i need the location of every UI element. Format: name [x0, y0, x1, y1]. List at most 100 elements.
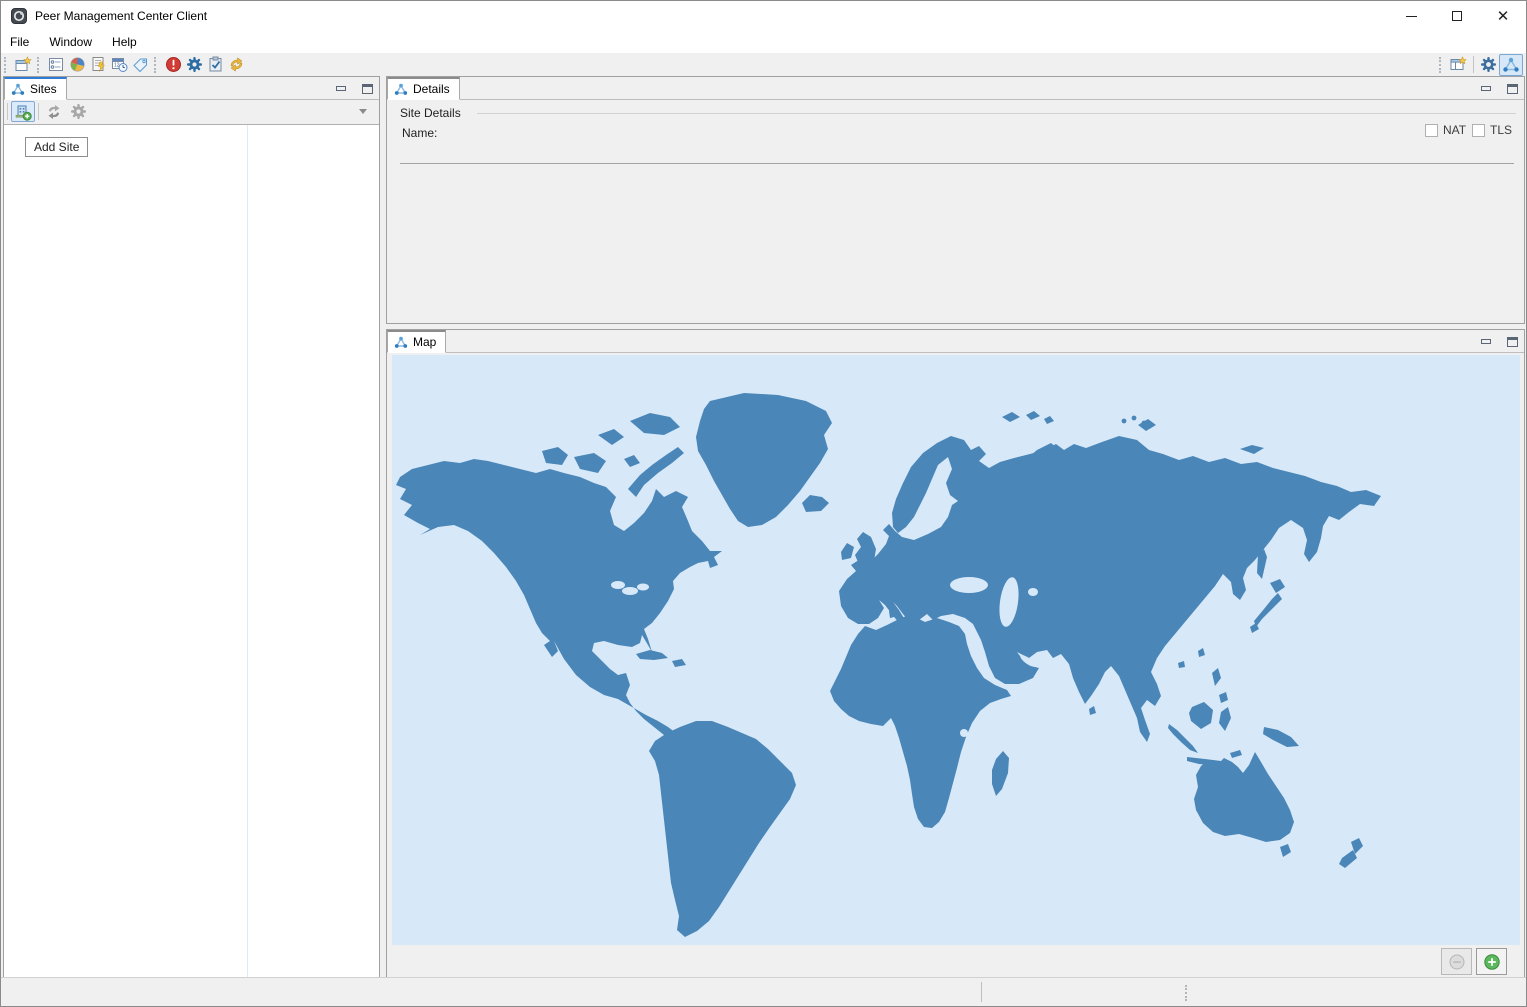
toolbar-right-group — [1436, 53, 1523, 76]
event-log-button[interactable] — [88, 54, 109, 75]
network-icon — [394, 336, 408, 349]
new-configuration-button[interactable] — [13, 54, 34, 75]
open-perspective-icon — [1450, 56, 1467, 73]
add-site-icon — [14, 103, 32, 121]
menu-bar: File Window Help — [1, 31, 1526, 53]
tls-label: TLS — [1490, 123, 1512, 137]
name-label: Name: — [402, 126, 437, 140]
pmc-perspective-button[interactable] — [1499, 54, 1523, 76]
add-site-tree-item[interactable]: Add Site — [25, 137, 88, 157]
app-logo-icon — [11, 8, 27, 24]
world-map[interactable] — [392, 355, 1520, 947]
gear-outline-icon — [1480, 56, 1497, 73]
perspective-settings-button[interactable] — [1478, 54, 1499, 75]
panel-maximize-icon — [362, 84, 373, 94]
status-bar — [1, 977, 1526, 1006]
menu-window[interactable]: Window — [39, 31, 102, 53]
map-content — [387, 353, 1524, 977]
panel-minimize-icon — [336, 86, 346, 91]
pie-chart-icon — [69, 56, 86, 73]
minimize-icon — [1406, 16, 1417, 17]
panel-maximize-icon — [1507, 84, 1518, 94]
maximize-icon — [1452, 11, 1462, 21]
details-content: Site Details Name: NAT TLS — [387, 100, 1524, 323]
site-settings-button-disabled[interactable] — [66, 101, 90, 122]
tab-sites[interactable]: Sites — [4, 77, 67, 100]
gear-disabled-icon — [70, 103, 87, 120]
transfer-button-disabled[interactable] — [42, 101, 66, 122]
section-rule — [477, 113, 1516, 114]
minimize-panel-button[interactable] — [1478, 334, 1494, 350]
minimize-panel-button[interactable] — [333, 81, 349, 97]
tree-column-divider — [247, 125, 248, 977]
gear-icon — [186, 56, 203, 73]
maximize-panel-button[interactable] — [1504, 81, 1520, 97]
toolbar-separator — [1473, 56, 1474, 73]
schedule-calendar-icon: 12 — [111, 56, 128, 73]
map-zoom-strip — [387, 945, 1524, 977]
window-close-button[interactable]: ✕ — [1480, 1, 1526, 31]
menu-help[interactable]: Help — [102, 31, 147, 53]
menu-file[interactable]: File — [1, 31, 39, 53]
map-zoom-out-button[interactable] — [1441, 948, 1472, 975]
section-title: Site Details — [400, 106, 461, 120]
app-window: Peer Management Center Client ✕ File Win… — [0, 0, 1527, 1007]
tab-map[interactable]: Map — [387, 330, 446, 353]
window-maximize-button[interactable] — [1434, 1, 1480, 31]
add-site-button[interactable] — [11, 101, 35, 122]
toolbar-drag-handle[interactable] — [1439, 57, 1446, 73]
window-minimize-button[interactable] — [1388, 1, 1434, 31]
details-tab-row: Details — [387, 77, 1524, 100]
map-zoom-in-button[interactable] — [1476, 948, 1507, 975]
statistics-button[interactable] — [67, 54, 88, 75]
panel-minimize-icon — [1481, 339, 1491, 344]
sites-tree[interactable]: Add Site — [4, 124, 379, 977]
panel-minimize-icon — [1481, 86, 1491, 91]
status-drag-handle[interactable] — [1185, 985, 1187, 1001]
sites-view-toolbar — [4, 100, 379, 123]
tls-checkbox[interactable] — [1472, 124, 1485, 137]
sites-panel: Sites — [3, 76, 380, 978]
toolbar-drag-handle[interactable] — [154, 57, 161, 73]
nat-label: NAT — [1443, 123, 1466, 137]
properties-view-button[interactable] — [46, 54, 67, 75]
nat-checkbox[interactable] — [1425, 124, 1438, 137]
toolbar-drag-handle[interactable] — [4, 57, 11, 73]
map-panel-buttons — [1478, 330, 1520, 353]
close-icon: ✕ — [1497, 9, 1510, 24]
tab-map-label: Map — [413, 335, 436, 349]
schedule-button[interactable]: 12 — [109, 54, 130, 75]
main-toolbar: 12 — [1, 53, 1526, 76]
properties-form-icon — [48, 56, 65, 73]
network-icon — [11, 83, 25, 96]
details-panel-buttons — [1478, 77, 1520, 100]
view-menu-icon[interactable] — [359, 109, 367, 114]
map-tab-row: Map — [387, 330, 1524, 353]
tab-details-label: Details — [413, 82, 450, 96]
zoom-in-icon — [1483, 953, 1501, 971]
event-document-icon — [90, 56, 107, 73]
maximize-panel-button[interactable] — [359, 81, 375, 97]
toolbar-drag-handle[interactable] — [37, 57, 44, 73]
preferences-button[interactable] — [184, 54, 205, 75]
zoom-out-icon — [1448, 953, 1466, 971]
tab-details[interactable]: Details — [387, 77, 460, 100]
tags-button[interactable] — [130, 54, 151, 75]
view-toolbar-separator — [38, 103, 39, 120]
minimize-panel-button[interactable] — [1478, 81, 1494, 97]
maximize-panel-button[interactable] — [1504, 334, 1520, 350]
tab-sites-label: Sites — [30, 82, 57, 96]
name-field[interactable] — [400, 163, 1514, 164]
title-bar: Peer Management Center Client ✕ — [1, 1, 1526, 31]
sites-tab-row: Sites — [4, 77, 379, 100]
network-icon — [394, 83, 408, 96]
tls-checkbox-group: TLS — [1472, 123, 1512, 137]
alerts-button[interactable] — [163, 54, 184, 75]
tasks-button[interactable] — [205, 54, 226, 75]
panel-maximize-icon — [1507, 337, 1518, 347]
tag-icon — [132, 56, 149, 73]
refresh-button[interactable] — [226, 54, 247, 75]
sync-arrows-icon — [228, 56, 245, 73]
open-perspective-button[interactable] — [1448, 54, 1469, 75]
new-configuration-icon — [15, 56, 32, 73]
